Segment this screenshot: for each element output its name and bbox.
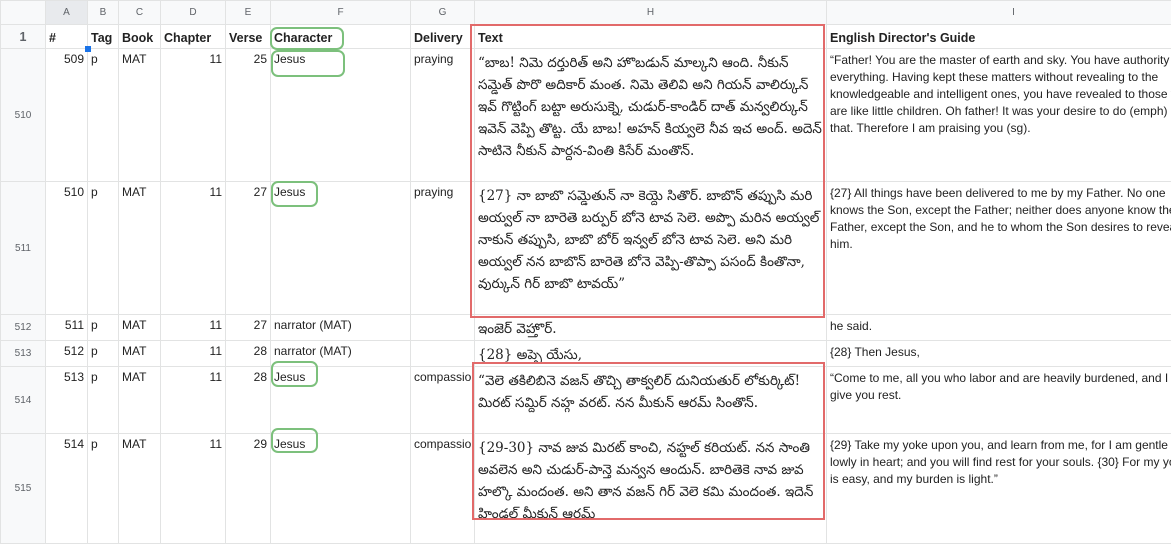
- table-row: 511 510 p MAT 11 27 Jesus praying {27} న…: [1, 182, 1171, 315]
- cell-verse[interactable]: 29: [226, 434, 271, 544]
- row-header[interactable]: 512: [1, 315, 46, 341]
- cell-character[interactable]: narrator (MAT): [271, 341, 411, 367]
- cell-english[interactable]: {28} Then Jesus,: [827, 341, 1171, 367]
- column-header-row: A B C D E F G H I: [1, 1, 1171, 25]
- cell-english[interactable]: he said.: [827, 315, 1171, 341]
- cell-delivery[interactable]: compassio: [411, 367, 475, 434]
- cell-delivery[interactable]: praying: [411, 182, 475, 315]
- row-header[interactable]: 515: [1, 434, 46, 544]
- cell-tag[interactable]: p: [88, 49, 119, 182]
- column-header-h[interactable]: H: [475, 1, 827, 25]
- cell-id[interactable]: 509: [46, 49, 88, 182]
- cell-header-id[interactable]: #: [46, 25, 88, 49]
- cell-header-tag[interactable]: Tag: [88, 25, 119, 49]
- cell-header-book[interactable]: Book: [119, 25, 161, 49]
- cell-id[interactable]: 510: [46, 182, 88, 315]
- cell-book[interactable]: MAT: [119, 341, 161, 367]
- cell-id[interactable]: 511: [46, 315, 88, 341]
- table-row: 510 509 p MAT 11 25 Jesus praying “బాబ! …: [1, 49, 1171, 182]
- column-header-d[interactable]: D: [161, 1, 226, 25]
- cell-english[interactable]: “Come to me, all you who labor and are h…: [827, 367, 1171, 434]
- cell-delivery[interactable]: [411, 315, 475, 341]
- column-header-c[interactable]: C: [119, 1, 161, 25]
- column-header-e[interactable]: E: [226, 1, 271, 25]
- cell-character[interactable]: Jesus: [271, 49, 411, 182]
- table-row: 515 514 p MAT 11 29 Jesus compassio {29-…: [1, 434, 1171, 544]
- cell-verse[interactable]: 28: [226, 367, 271, 434]
- row-header[interactable]: 510: [1, 49, 46, 182]
- cell-header-chapter[interactable]: Chapter: [161, 25, 226, 49]
- cell-id[interactable]: 514: [46, 434, 88, 544]
- cell-text[interactable]: ఇంజెర్ వెహ్తొర్.: [475, 315, 827, 341]
- selection-fill-handle[interactable]: [85, 46, 91, 52]
- column-header-b[interactable]: B: [88, 1, 119, 25]
- row-header[interactable]: 514: [1, 367, 46, 434]
- cell-chapter[interactable]: 11: [161, 341, 226, 367]
- cell-text[interactable]: {29-30} నావ జువ మిరట్ కాంచి, నహ్టల్ కరియ…: [475, 434, 827, 544]
- cell-verse[interactable]: 27: [226, 182, 271, 315]
- cell-chapter[interactable]: 11: [161, 434, 226, 544]
- cell-verse[interactable]: 25: [226, 49, 271, 182]
- cell-chapter[interactable]: 11: [161, 367, 226, 434]
- cell-text[interactable]: “బాబ! నిమె దర్తురిత్ అని హొబడున్ మాల్కని…: [475, 49, 827, 182]
- cell-character[interactable]: narrator (MAT): [271, 315, 411, 341]
- cell-delivery[interactable]: [411, 341, 475, 367]
- table-row: 513 512 p MAT 11 28 narrator (MAT) {28} …: [1, 341, 1171, 367]
- cell-english[interactable]: {29} Take my yoke upon you, and learn fr…: [827, 434, 1171, 544]
- cell-book[interactable]: MAT: [119, 182, 161, 315]
- cell-text[interactable]: {27} నా బాబొ సమ్డెతున్ నా కెయ్దె సితొర్.…: [475, 182, 827, 315]
- row-header[interactable]: 1: [1, 25, 46, 49]
- cell-header-verse[interactable]: Verse: [226, 25, 271, 49]
- select-all-corner[interactable]: [1, 1, 46, 25]
- cell-english[interactable]: {27} All things have been delivered to m…: [827, 182, 1171, 315]
- cell-english[interactable]: “Father! You are the master of earth and…: [827, 49, 1171, 182]
- cell-delivery[interactable]: compassio: [411, 434, 475, 544]
- cell-delivery[interactable]: praying: [411, 49, 475, 182]
- column-header-a[interactable]: A: [46, 1, 88, 25]
- cell-verse[interactable]: 27: [226, 315, 271, 341]
- cell-tag[interactable]: p: [88, 341, 119, 367]
- cell-book[interactable]: MAT: [119, 315, 161, 341]
- column-header-f[interactable]: F: [271, 1, 411, 25]
- cell-id[interactable]: 512: [46, 341, 88, 367]
- row-header[interactable]: 511: [1, 182, 46, 315]
- cell-character[interactable]: Jesus: [271, 434, 411, 544]
- cell-tag[interactable]: p: [88, 367, 119, 434]
- cell-tag[interactable]: p: [88, 182, 119, 315]
- cell-header-delivery[interactable]: Delivery: [411, 25, 475, 49]
- cell-id[interactable]: 513: [46, 367, 88, 434]
- table-row: 514 513 p MAT 11 28 Jesus compassio “వెల…: [1, 367, 1171, 434]
- cell-book[interactable]: MAT: [119, 434, 161, 544]
- cell-chapter[interactable]: 11: [161, 182, 226, 315]
- column-header-i[interactable]: I: [827, 1, 1171, 25]
- table-row: 512 511 p MAT 11 27 narrator (MAT) ఇంజెర…: [1, 315, 1171, 341]
- cell-tag[interactable]: p: [88, 434, 119, 544]
- header-row: 1 # Tag Book Chapter Verse Character Del…: [1, 25, 1171, 49]
- cell-book[interactable]: MAT: [119, 49, 161, 182]
- cell-character[interactable]: Jesus: [271, 182, 411, 315]
- row-header[interactable]: 513: [1, 341, 46, 367]
- cell-text[interactable]: “వెలె తకిలిబినె వజన్ తొచ్చి తాక్వలిర్ దు…: [475, 367, 827, 434]
- cell-book[interactable]: MAT: [119, 367, 161, 434]
- spreadsheet-grid: A B C D E F G H I 1 # Tag Book Chapter V…: [0, 0, 1171, 544]
- cell-verse[interactable]: 28: [226, 341, 271, 367]
- column-header-g[interactable]: G: [411, 1, 475, 25]
- cell-text[interactable]: {28} అప్పె యేసు,: [475, 341, 827, 367]
- cell-header-text[interactable]: Text: [475, 25, 827, 49]
- cell-character[interactable]: Jesus: [271, 367, 411, 434]
- cell-tag[interactable]: p: [88, 315, 119, 341]
- cell-chapter[interactable]: 11: [161, 49, 226, 182]
- cell-header-character[interactable]: Character: [271, 25, 411, 49]
- cell-header-english[interactable]: English Director's Guide: [827, 25, 1171, 49]
- cell-chapter[interactable]: 11: [161, 315, 226, 341]
